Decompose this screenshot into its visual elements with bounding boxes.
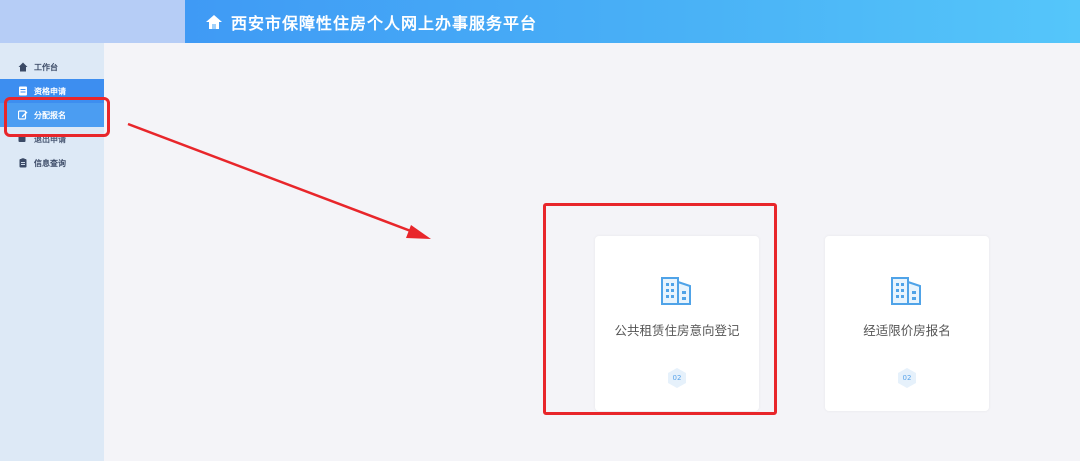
sidebar-item-label: 工作台 bbox=[34, 62, 58, 72]
page-title: 西安市保障性住房个人网上办事服务平台 bbox=[231, 13, 538, 33]
header-bar: 西安市保障性住房个人网上办事服务平台 bbox=[185, 0, 1080, 43]
home-icon bbox=[18, 62, 28, 72]
annotation-highlight-sidebar bbox=[4, 97, 110, 137]
top-header: 西安市保障性住房个人网上办事服务平台 bbox=[0, 0, 1080, 43]
building-icon bbox=[889, 272, 925, 306]
card-label: 经适限价房报名 bbox=[863, 323, 951, 338]
sidebar-item-label: 资格申请 bbox=[34, 86, 66, 96]
card-affordable-housing-registration[interactable]: 经适限价房报名 02 bbox=[825, 236, 989, 411]
annotation-highlight-card bbox=[543, 203, 777, 415]
clipboard-icon bbox=[18, 158, 28, 168]
hexagon-badge: 02 bbox=[896, 367, 918, 389]
header-logo-area bbox=[0, 0, 185, 43]
sidebar-item-label: 信息查询 bbox=[34, 158, 66, 168]
document-icon bbox=[18, 86, 28, 96]
home-icon bbox=[205, 13, 223, 31]
sidebar-item-workbench[interactable]: 工作台 bbox=[0, 55, 104, 79]
sidebar-item-info-query[interactable]: 信息查询 bbox=[0, 151, 104, 175]
